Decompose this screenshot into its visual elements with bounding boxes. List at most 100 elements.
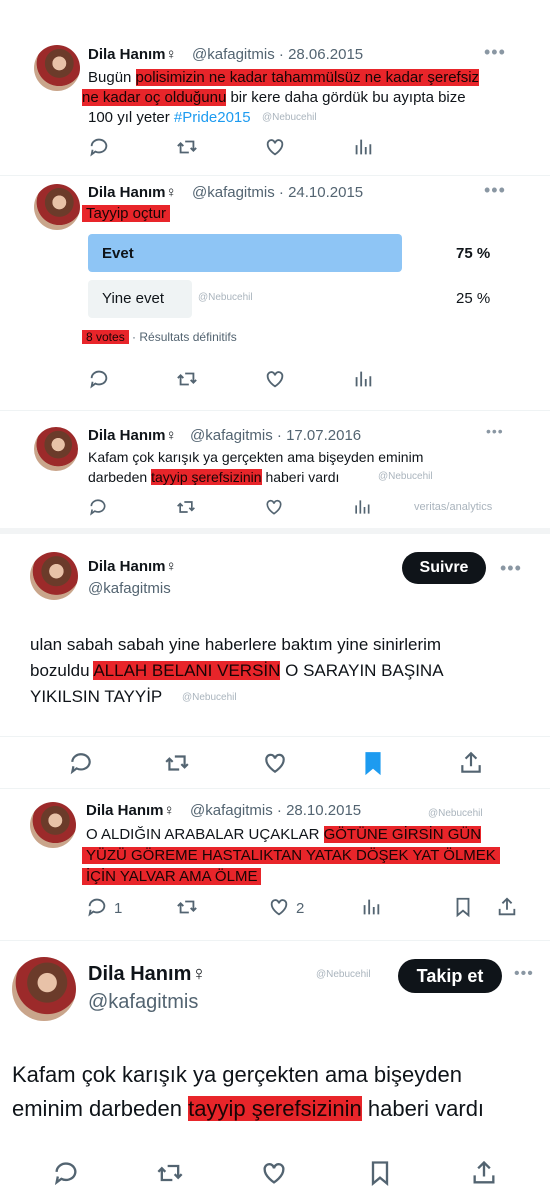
reply-icon[interactable] bbox=[52, 1159, 80, 1187]
tweet-text-line: eminim darbeden tayyip şerefsizinin habe… bbox=[12, 1093, 484, 1125]
poll-option-label: Yine evet bbox=[102, 290, 164, 307]
avatar[interactable] bbox=[34, 45, 80, 91]
bookmark-icon[interactable] bbox=[366, 1159, 394, 1187]
tweet-text-line: O ALDIĞIN ARABALAR UÇAKLAR GÖTÜNE GİRSİN… bbox=[86, 824, 482, 845]
tweet-text-line: Tayyip oçtur bbox=[82, 204, 171, 224]
share-icon[interactable] bbox=[458, 750, 484, 776]
highlighted-text: tayyip şerefsizinin bbox=[188, 1096, 362, 1121]
author-name[interactable]: Dila Hanım♀ bbox=[88, 46, 177, 63]
more-options-icon[interactable]: ••• bbox=[484, 180, 506, 201]
text-segment: O SARAYIN BAŞINA bbox=[280, 661, 444, 680]
like-count: 2 bbox=[296, 900, 305, 917]
tweet-text-line: YÜZÜ GÖREME HASTALIKTAN YATAK DÖŞEK YAT … bbox=[82, 845, 500, 866]
poll-option-percent: 75 % bbox=[456, 245, 491, 262]
reply-icon[interactable] bbox=[88, 368, 110, 390]
author-handle[interactable]: @kafagitmis bbox=[88, 580, 171, 597]
highlighted-text: ne kadar oç olduğunu bbox=[82, 89, 227, 106]
views-icon[interactable] bbox=[360, 896, 382, 918]
more-options-icon[interactable]: ••• bbox=[486, 423, 504, 439]
more-options-icon[interactable]: ••• bbox=[514, 965, 534, 983]
author-name[interactable]: Dila Hanım♀ bbox=[88, 963, 206, 986]
like-icon[interactable] bbox=[260, 1159, 288, 1187]
watermark: @Nebucehil bbox=[262, 112, 317, 123]
author-meta: @kafagitmis · 17.07.2016 bbox=[190, 427, 362, 444]
tweet-text-line: ulan sabah sabah yine haberlere baktım y… bbox=[30, 635, 442, 654]
tweet-text-line: YIKILSIN TAYYİP bbox=[30, 687, 163, 706]
highlighted-text: polisimizin ne kadar tahammülsüz ne kada… bbox=[135, 69, 480, 86]
author-meta: @kafagitmis · 28.10.2015 bbox=[190, 802, 362, 819]
retweet-icon[interactable] bbox=[164, 750, 190, 776]
like-icon[interactable] bbox=[264, 368, 286, 390]
avatar[interactable] bbox=[12, 957, 76, 1021]
watermark: @Nebucehil bbox=[198, 292, 253, 303]
views-icon[interactable] bbox=[352, 136, 374, 158]
highlighted-text: YÜZÜ GÖREME HASTALIKTAN YATAK DÖŞEK YAT … bbox=[82, 847, 500, 864]
watermark: @Nebucehil bbox=[316, 969, 371, 980]
tweet-text-line: Kafam çok karışık ya gerçekten ama bişey… bbox=[88, 449, 424, 465]
like-icon[interactable] bbox=[264, 497, 284, 517]
tweet-card-3[interactable]: Dila Hanım♀ @kafagitmis · 17.07.2016 •••… bbox=[0, 411, 550, 527]
bookmark-icon[interactable] bbox=[360, 750, 386, 776]
avatar[interactable] bbox=[34, 184, 80, 230]
reply-icon[interactable] bbox=[88, 497, 108, 517]
text-segment: bozuldu bbox=[30, 661, 94, 680]
reply-count: 1 bbox=[114, 900, 123, 917]
tweet-text-line: Bugün polisimizin ne kadar tahammülsüz n… bbox=[88, 68, 480, 88]
views-icon[interactable] bbox=[352, 497, 372, 517]
more-options-icon[interactable]: ••• bbox=[484, 42, 506, 63]
retweet-icon[interactable] bbox=[176, 497, 196, 517]
follow-button[interactable]: Takip et bbox=[398, 959, 502, 993]
like-icon[interactable] bbox=[262, 750, 288, 776]
tweet-card-4[interactable]: Dila Hanım♀ @kafagitmis Suivre ••• ulan … bbox=[0, 534, 550, 784]
share-icon[interactable] bbox=[496, 896, 518, 918]
more-options-icon[interactable]: ••• bbox=[500, 558, 522, 579]
tweet-card-5[interactable]: Dila Hanım♀ @kafagitmis · 28.10.2015 @Ne… bbox=[0, 790, 550, 930]
views-icon[interactable] bbox=[352, 368, 374, 390]
author-handle[interactable]: @kafagitmis bbox=[88, 991, 198, 1014]
reply-icon[interactable] bbox=[86, 896, 108, 918]
tweet-text-line: Kafam çok karışık ya gerçekten ama bişey… bbox=[12, 1062, 462, 1087]
reply-icon[interactable] bbox=[88, 136, 110, 158]
author-meta: @kafagitmis · 24.10.2015 bbox=[192, 184, 364, 201]
retweet-icon[interactable] bbox=[176, 136, 198, 158]
text-segment: eminim darbeden bbox=[12, 1096, 189, 1121]
text-segment: Bugün bbox=[88, 69, 136, 86]
watermark: veritas/analytics bbox=[414, 501, 493, 513]
author-name[interactable]: Dila Hanım♀ bbox=[88, 558, 177, 575]
text-segment: bir kere daha gördük bu ayıpta bize bbox=[226, 89, 466, 106]
poll-option-percent: 25 % bbox=[456, 290, 491, 307]
highlighted-text: İÇİN YALVAR AMA ÖLME bbox=[82, 868, 262, 885]
highlighted-text: Tayyip oçtur bbox=[82, 205, 171, 222]
author-meta: @kafagitmis · 28.06.2015 bbox=[192, 46, 364, 63]
tweet-text-line: darbeden tayyip şerefsizinin haberi vard… bbox=[88, 467, 339, 487]
author-name[interactable]: Dila Hanım♀ bbox=[88, 427, 177, 444]
follow-button[interactable]: Suivre bbox=[402, 552, 486, 584]
poll-status: · Résultats définitifs bbox=[128, 330, 237, 344]
bookmark-icon[interactable] bbox=[452, 896, 474, 918]
highlighted-text: tayyip şerefsizinin bbox=[151, 469, 262, 485]
avatar[interactable] bbox=[30, 552, 78, 600]
author-name[interactable]: Dila Hanım♀ bbox=[86, 802, 175, 819]
divider bbox=[0, 788, 550, 789]
tweet-card-1[interactable]: Dila Hanım♀ @kafagitmis · 28.06.2015 •••… bbox=[0, 0, 550, 175]
avatar[interactable] bbox=[30, 802, 76, 848]
poll-option-bar-winner bbox=[88, 234, 402, 272]
retweet-icon[interactable] bbox=[176, 896, 198, 918]
watermark: @Nebucehil bbox=[428, 808, 483, 819]
text-segment: haberi vardı bbox=[361, 1096, 485, 1121]
like-icon[interactable] bbox=[264, 136, 286, 158]
author-name[interactable]: Dila Hanım♀ bbox=[88, 184, 177, 201]
tweet-text-line: ne kadar oç olduğunu bir kere daha gördü… bbox=[82, 88, 466, 108]
reply-icon[interactable] bbox=[68, 750, 94, 776]
text-segment: darbeden bbox=[88, 469, 152, 485]
text-segment: O ALDIĞIN ARABALAR UÇAKLAR bbox=[86, 826, 324, 843]
poll-option-label: Evet bbox=[102, 245, 134, 262]
tweet-card-6[interactable]: Dila Hanım♀ @kafagitmis @Nebucehil Takip… bbox=[0, 941, 550, 1200]
like-icon[interactable] bbox=[268, 896, 290, 918]
retweet-icon[interactable] bbox=[176, 368, 198, 390]
avatar[interactable] bbox=[34, 427, 78, 471]
hashtag-link[interactable]: #Pride2015 bbox=[174, 109, 251, 126]
retweet-icon[interactable] bbox=[156, 1159, 184, 1187]
share-icon[interactable] bbox=[470, 1159, 498, 1187]
tweet-card-2[interactable]: Dila Hanım♀ @kafagitmis · 24.10.2015 •••… bbox=[0, 176, 550, 410]
